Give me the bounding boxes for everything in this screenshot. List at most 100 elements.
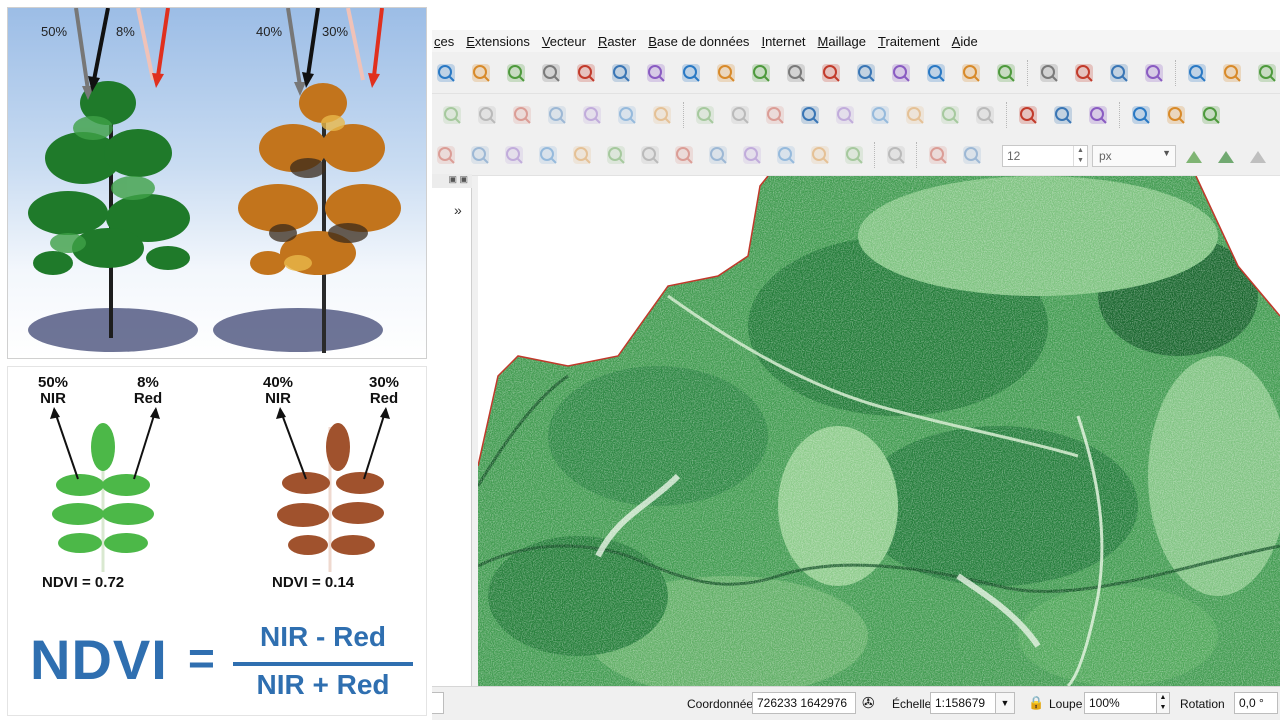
- label-abc-icon[interactable]: [693, 103, 717, 127]
- stats-icon[interactable]: [1255, 61, 1279, 85]
- magnifier-value: 100%: [1089, 696, 1120, 710]
- rotate-icon[interactable]: [884, 143, 908, 167]
- processing-icon[interactable]: [1199, 103, 1223, 127]
- label-change-icon[interactable]: [903, 103, 927, 127]
- pan-icon[interactable]: [434, 61, 458, 85]
- label-toolbar: [432, 94, 1280, 136]
- snapping-magnet-icon[interactable]: [926, 143, 950, 167]
- digitize-6-icon[interactable]: [604, 143, 628, 167]
- tolerance-unit-select[interactable]: px ▼: [1092, 145, 1176, 167]
- identify-icon[interactable]: [1185, 61, 1209, 85]
- pan-to-selection-icon[interactable]: [469, 61, 493, 85]
- label-hide-icon[interactable]: [973, 103, 997, 127]
- label-rotate-icon[interactable]: [868, 103, 892, 127]
- scale-dropdown-icon[interactable]: ▼: [995, 692, 1015, 714]
- digitize-8-icon[interactable]: [672, 143, 696, 167]
- digitize-10-icon[interactable]: [740, 143, 764, 167]
- clock-icon[interactable]: [959, 61, 983, 85]
- edit-pencil-icon[interactable]: [440, 103, 464, 127]
- toolbar-separator: [1119, 102, 1121, 128]
- refresh-icon[interactable]: [994, 61, 1018, 85]
- snap-vertex-icon[interactable]: [960, 143, 984, 167]
- menu-item-maillage[interactable]: Maillage: [812, 34, 872, 49]
- temporal-controller-icon[interactable]: [854, 61, 878, 85]
- tree-scene: [28, 8, 401, 353]
- show-bookmarks-icon[interactable]: [924, 61, 948, 85]
- menu-item-base-de-donnees[interactable]: Base de données: [642, 34, 755, 49]
- menu-item-extensions[interactable]: Extensions: [460, 34, 536, 49]
- zoom-native-icon[interactable]: [679, 61, 703, 85]
- select-location-icon[interactable]: [1142, 61, 1166, 85]
- new-map-view-icon[interactable]: [784, 61, 808, 85]
- globe-car-icon[interactable]: [1051, 103, 1075, 127]
- label-pin-icon[interactable]: [728, 103, 752, 127]
- digitize-3-icon[interactable]: [502, 143, 526, 167]
- deselect-icon[interactable]: [1107, 61, 1131, 85]
- globe-add-icon[interactable]: [1086, 103, 1110, 127]
- digitize-12-icon[interactable]: [808, 143, 832, 167]
- menu-item-internet[interactable]: Internet: [755, 34, 811, 49]
- ndvi-raster-layer[interactable]: [478, 176, 1280, 686]
- rotation-value: 0,0 °: [1239, 696, 1264, 710]
- label-show-icon[interactable]: [938, 103, 962, 127]
- digitize-5-icon[interactable]: [570, 143, 594, 167]
- label-red-icon[interactable]: [798, 103, 822, 127]
- digitize-2-icon[interactable]: [468, 143, 492, 167]
- digitize-13-icon[interactable]: [842, 143, 866, 167]
- scale-field[interactable]: 1:158679: [930, 692, 996, 714]
- zoom-full-icon[interactable]: [574, 61, 598, 85]
- menu-item-ces[interactable]: ces: [432, 34, 460, 49]
- formula-denominator: NIR + Red: [256, 669, 390, 700]
- select-value-icon[interactable]: [1072, 61, 1096, 85]
- paste-icon[interactable]: [580, 103, 604, 127]
- extents-toggle-icon[interactable]: ✇: [862, 694, 875, 712]
- attribute-table-icon[interactable]: [1220, 61, 1244, 85]
- dock-float-icon[interactable]: ▣: [448, 174, 457, 184]
- zoom-out-icon[interactable]: [539, 61, 563, 85]
- spin-arrows-icon[interactable]: ▲ ▼: [1073, 146, 1087, 166]
- digitize-11-icon[interactable]: [774, 143, 798, 167]
- status-bar: Coordonnée 726233 1642976 ✇ Échelle 1:15…: [432, 686, 1280, 720]
- bookmark-icon[interactable]: [889, 61, 913, 85]
- tolerance-value: 12: [1007, 149, 1021, 163]
- zoom-last-icon[interactable]: [714, 61, 738, 85]
- fraction-bar: [233, 662, 413, 666]
- rotation-field[interactable]: 0,0 °: [1234, 692, 1278, 714]
- dock-expand-button[interactable]: »: [454, 202, 462, 218]
- undo-icon[interactable]: [615, 103, 639, 127]
- delete-icon[interactable]: [475, 103, 499, 127]
- digitize-9-icon[interactable]: [706, 143, 730, 167]
- select-feature-icon[interactable]: [1037, 61, 1061, 85]
- trace-icon[interactable]: [1214, 143, 1238, 167]
- map-canvas[interactable]: [478, 176, 1280, 686]
- menu-item-raster[interactable]: Raster: [592, 34, 642, 49]
- globe-search-icon[interactable]: [1129, 103, 1153, 127]
- zoom-to-layer-icon[interactable]: [644, 61, 668, 85]
- locator-search-stub[interactable]: [432, 692, 444, 714]
- zoom-next-icon[interactable]: [749, 61, 773, 85]
- digitize-4-icon[interactable]: [536, 143, 560, 167]
- digitize-1-icon[interactable]: [434, 143, 458, 167]
- cut-icon[interactable]: [510, 103, 534, 127]
- redo-icon[interactable]: [650, 103, 674, 127]
- zoom-to-selection-icon[interactable]: [609, 61, 633, 85]
- database-icon[interactable]: [1016, 103, 1040, 127]
- digitize-7-icon[interactable]: [638, 143, 662, 167]
- ndvi-formula: NDVI = NIR - Red NIR + Red: [8, 607, 426, 707]
- menu-item-vecteur[interactable]: Vecteur: [536, 34, 592, 49]
- snapping-tolerance-input[interactable]: 12 ▲ ▼: [1002, 145, 1088, 167]
- label-move-icon[interactable]: [833, 103, 857, 127]
- magnifier-spin-icon[interactable]: ▲ ▼: [1156, 692, 1170, 714]
- menu-item-aide[interactable]: Aide: [946, 34, 984, 49]
- python-icon[interactable]: [1164, 103, 1188, 127]
- label-highlight-icon[interactable]: [763, 103, 787, 127]
- zoom-in-icon[interactable]: [504, 61, 528, 85]
- new-3d-view-icon[interactable]: [819, 61, 843, 85]
- lock-scale-icon[interactable]: 🔒: [1028, 695, 1044, 711]
- snap-grid-icon[interactable]: [1182, 143, 1206, 167]
- topology-icon[interactable]: [1246, 143, 1270, 167]
- menu-item-traitement[interactable]: Traitement: [872, 34, 946, 49]
- copy-icon[interactable]: [545, 103, 569, 127]
- coordinate-field[interactable]: 726233 1642976: [752, 692, 856, 714]
- dock-close-icon[interactable]: ▣: [459, 174, 468, 184]
